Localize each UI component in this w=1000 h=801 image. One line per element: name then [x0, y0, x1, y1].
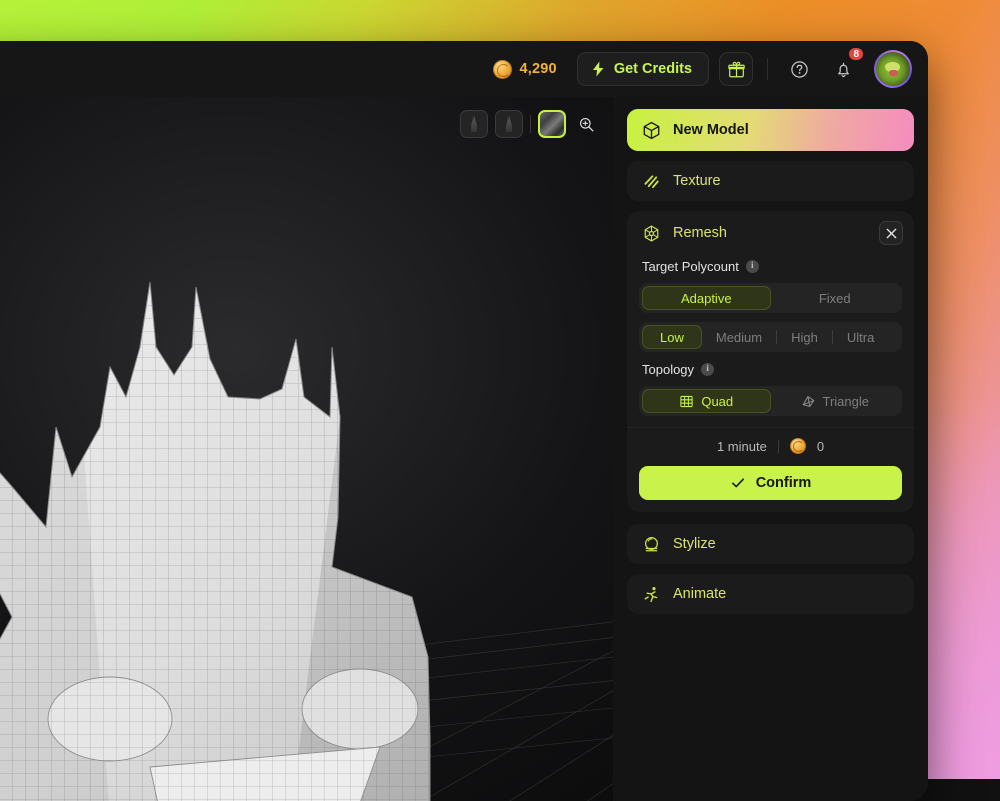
credits-balance[interactable]: 4,290 [487, 56, 563, 83]
app-window: 4,290 Get Credits [0, 41, 928, 801]
triangle-mesh-icon [801, 394, 816, 409]
cube-icon [642, 121, 661, 140]
quality-label: Ultra [847, 330, 874, 345]
sidebar-item-new-model[interactable]: New Model [627, 109, 914, 151]
get-credits-label: Get Credits [614, 61, 692, 77]
close-icon [886, 228, 897, 239]
brain-coin-icon [493, 60, 512, 79]
quality-option-high[interactable]: High [777, 325, 832, 349]
avatar-image [876, 52, 910, 86]
topology-label-quad: Quad [701, 394, 733, 409]
polycount-mode-label: Fixed [819, 291, 851, 306]
question-circle-icon [790, 60, 809, 79]
quality-label: Low [660, 330, 684, 345]
sidebar-item-stylize[interactable]: Stylize [627, 524, 914, 564]
sidebar-item-label: Stylize [673, 536, 716, 552]
remesh-icon [642, 224, 661, 243]
sidebar-item-label: Animate [673, 586, 726, 602]
confirm-button[interactable]: Confirm [639, 466, 902, 500]
sidebar-item-label: Texture [673, 173, 721, 189]
quality-label: High [791, 330, 818, 345]
polycount-mode-label: Adaptive [681, 291, 732, 306]
credit-cost: 0 [817, 439, 824, 454]
remesh-title: Remesh [673, 225, 867, 241]
quality-option-ultra[interactable]: Ultra [833, 325, 888, 349]
target-polycount-label: Target Polycount [642, 259, 739, 274]
3d-viewport[interactable] [0, 97, 613, 801]
top-bar: 4,290 Get Credits [0, 41, 928, 97]
polycount-mode-segmented-control: Adaptive Fixed [639, 283, 902, 313]
lightning-bolt-icon [591, 61, 605, 77]
target-polycount-label-row: Target Polycount i [642, 259, 902, 274]
notification-badge: 8 [847, 46, 865, 62]
wireframe-throne-model [0, 97, 613, 801]
estimated-time: 1 minute [717, 439, 767, 454]
bell-icon [834, 60, 853, 79]
sidebar-item-texture[interactable]: Texture [627, 161, 914, 201]
polycount-mode-adaptive[interactable]: Adaptive [642, 286, 771, 310]
get-credits-button[interactable]: Get Credits [577, 52, 709, 86]
topology-option-quad[interactable]: Quad [642, 389, 771, 413]
confirm-label: Confirm [756, 475, 812, 491]
right-side-panel: New Model Texture Remesh [613, 97, 928, 801]
zoom-in-button[interactable] [573, 111, 599, 137]
gift-button[interactable] [719, 52, 753, 86]
texture-icon [642, 172, 661, 191]
quality-option-medium[interactable]: Medium [702, 325, 776, 349]
gift-icon [728, 61, 745, 78]
remesh-panel-header: Remesh [627, 211, 914, 255]
topbar-divider [767, 58, 768, 80]
viewport-toolbar [460, 102, 599, 146]
credits-amount: 4,290 [520, 61, 557, 77]
quality-option-low[interactable]: Low [642, 325, 702, 349]
remesh-cost-row: 1 minute 0 [639, 428, 902, 464]
zoom-in-icon [578, 116, 595, 133]
model-thumbnail-3[interactable] [538, 110, 566, 138]
sidebar-item-animate[interactable]: Animate [627, 574, 914, 614]
polycount-quality-segmented-control: Low Medium High Ultra [639, 322, 902, 352]
info-icon[interactable]: i [746, 260, 759, 273]
notifications-button[interactable]: 8 [826, 52, 860, 86]
avatar[interactable] [874, 50, 912, 88]
polycount-mode-fixed[interactable]: Fixed [771, 286, 900, 310]
crystal-ball-icon [642, 535, 661, 554]
topology-segmented-control: Quad Triangle [639, 386, 902, 416]
remesh-panel: Remesh Target Polycount i Adaptive [627, 211, 914, 512]
check-icon [730, 475, 746, 491]
model-thumbnail-2[interactable] [495, 110, 523, 138]
topology-label: Topology [642, 362, 694, 377]
topology-label-row: Topology i [642, 362, 902, 377]
help-button[interactable] [782, 52, 816, 86]
brain-coin-icon [790, 438, 806, 454]
quad-grid-icon [679, 394, 694, 409]
remesh-panel-body: Target Polycount i Adaptive Fixed Low [627, 259, 914, 416]
remesh-panel-footer: 1 minute 0 Confirm [627, 427, 914, 500]
info-icon[interactable]: i [701, 363, 714, 376]
toolbar-divider [530, 115, 531, 133]
sidebar-item-label: New Model [673, 122, 749, 138]
topology-option-triangle[interactable]: Triangle [771, 389, 900, 413]
cost-divider [778, 440, 779, 453]
running-person-icon [642, 585, 661, 604]
remesh-close-button[interactable] [879, 221, 903, 245]
topology-label-triangle: Triangle [823, 394, 869, 409]
quality-label: Medium [716, 330, 762, 345]
model-thumbnail-1[interactable] [460, 110, 488, 138]
